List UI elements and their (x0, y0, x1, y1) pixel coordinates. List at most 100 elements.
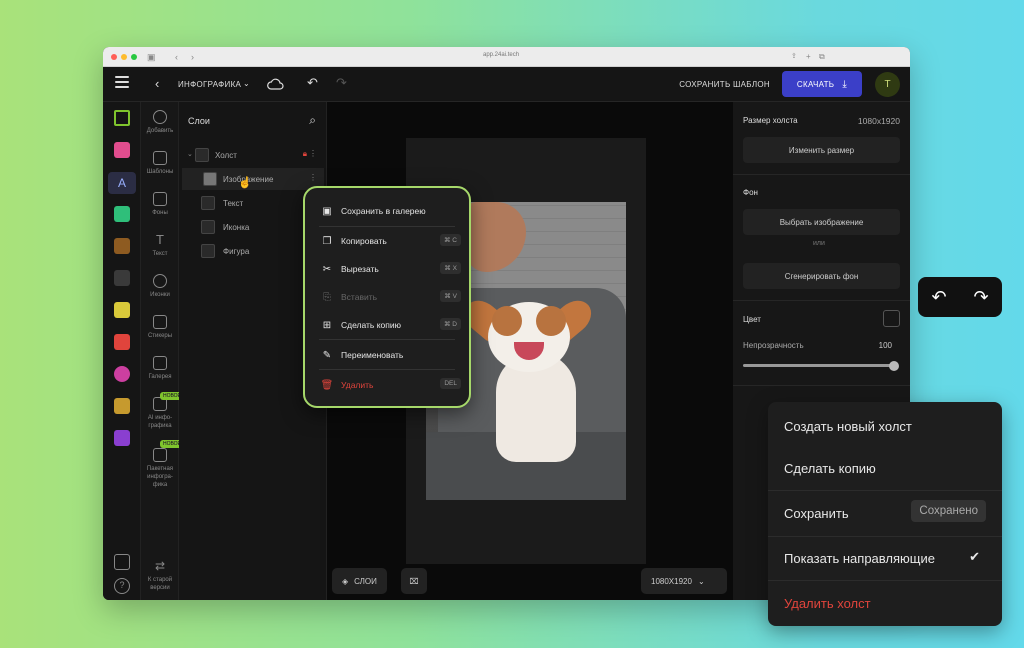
chat-app-icon[interactable] (114, 366, 130, 382)
undo-icon[interactable]: ↶ (931, 287, 946, 308)
tabs-icon[interactable]: ⧉ (819, 51, 825, 63)
project-title[interactable]: ИНФОГРАФИКА (178, 80, 241, 89)
tool-backgrounds[interactable]: Фоны (141, 192, 179, 217)
layers-icon: ◈ (342, 576, 349, 586)
opacity-slider-handle[interactable] (889, 361, 899, 371)
help-icon[interactable]: ? (114, 578, 130, 594)
tool-stickers[interactable]: Стикеры (141, 315, 179, 340)
image-app-icon[interactable] (114, 398, 130, 414)
redo-icon[interactable]: ↷ (973, 287, 988, 308)
menu-cut[interactable]: ✂ Вырезать ⌘ X (321, 260, 461, 278)
tool-batch-infographic[interactable]: Пакетная инфогра-фика (141, 448, 179, 489)
icon-thumb (201, 220, 215, 234)
crop-off-button[interactable]: ⌧ (401, 568, 427, 594)
size-select[interactable]: 1080X1920 ⌄ (641, 568, 727, 594)
share-icon[interactable]: ⇪ (791, 51, 797, 63)
undo-icon[interactable]: ↶ (307, 75, 318, 91)
delete-canvas-item[interactable]: Удалить холст (784, 596, 986, 611)
shirt-app-icon[interactable] (114, 430, 130, 446)
gallery-icon (153, 356, 167, 370)
url-text[interactable]: app.24ai.tech (483, 52, 519, 58)
frame-icon (195, 148, 209, 162)
shapes-icon (201, 244, 215, 258)
shortcut-badge: ⌘ C (440, 234, 461, 246)
grid-app-icon[interactable] (114, 238, 130, 254)
tool-add[interactable]: Добавить (141, 110, 179, 135)
layer-canvas[interactable]: ⌄ Холст 🔒︎ ⋮ (179, 144, 327, 166)
tool-icons[interactable]: Иконки (141, 274, 179, 299)
redo-icon[interactable]: ↷ (336, 75, 347, 91)
image-thumb (203, 172, 217, 186)
show-guides-item[interactable]: Показать направляющие (784, 551, 986, 566)
pattern-icon (153, 192, 167, 206)
menu-paste[interactable]: ⎘ Вставить ⌘ V (321, 288, 461, 306)
menu-item-label: Сделать копию (341, 320, 401, 330)
layer-label: Холст (215, 151, 237, 160)
minimize-dot[interactable] (121, 54, 127, 60)
cursor-icon: ☝ (238, 177, 252, 189)
tool-templates[interactable]: Шаблоны (141, 151, 179, 176)
menu-save-to-gallery[interactable]: ▣ Сохранить в галерею (321, 202, 461, 220)
avatar[interactable]: T (875, 72, 900, 97)
sidebar-icon[interactable]: ▣ (147, 51, 156, 63)
choose-image-button[interactable]: Выбрать изображение (743, 209, 900, 235)
lock-icon[interactable]: 🔒︎ (303, 149, 307, 159)
more-icon[interactable]: ⋮ (309, 173, 317, 182)
generate-background-button[interactable]: Сгенерировать фон (743, 263, 900, 289)
browser-chrome: ▣ ‹ › app.24ai.tech ⇪ + ⧉ (103, 47, 910, 67)
copy-icon: ❐ (322, 235, 332, 247)
saved-badge: Сохранено (911, 500, 986, 522)
download-button[interactable]: СКАЧАТЬ ⤓ (782, 71, 862, 97)
scissors-icon: ✂ (322, 263, 332, 275)
menu-icon[interactable] (115, 76, 129, 91)
undo-redo-popup: ↶ ↷ (918, 277, 1002, 317)
more-icon[interactable]: ⋮ (309, 149, 317, 158)
tool-label: AI инфо-графика (147, 415, 173, 429)
size-select-value: 1080X1920 (651, 576, 692, 586)
canvas-size-label: Размер холста (743, 116, 798, 125)
duplicate-icon: ⊞ (322, 319, 332, 331)
infographic-app-icon[interactable]: A (108, 172, 136, 194)
layers-app-icon[interactable] (114, 206, 130, 222)
tool-label: Галерея (148, 374, 172, 380)
layer-image[interactable]: Изображение ⋮ (182, 168, 324, 190)
resize-button[interactable]: Изменить размер (743, 137, 900, 163)
chevron-down-icon[interactable]: ⌄ (187, 150, 193, 158)
layers-button-label: СЛОИ (354, 576, 377, 586)
swap-icon: ⇄ (154, 559, 166, 573)
create-canvas-item[interactable]: Создать новый холст (784, 419, 986, 434)
menu-copy[interactable]: ❐ Копировать ⌘ C (321, 232, 461, 250)
sparkle-app-icon[interactable] (114, 270, 130, 286)
divider (768, 490, 1002, 491)
tool-gallery[interactable]: Галерея (141, 356, 179, 381)
back-icon[interactable]: ‹ (155, 76, 159, 91)
docs-icon[interactable] (114, 554, 130, 570)
opacity-slider[interactable] (743, 364, 895, 367)
color-swatch[interactable] (883, 310, 900, 327)
layer-label: Иконка (223, 223, 250, 232)
tool-old-version[interactable]: ⇄ К старой версии (141, 559, 179, 592)
stack-app-icon[interactable] (114, 302, 130, 318)
save-template-button[interactable]: СОХРАНИТЬ ШАБЛОН (679, 80, 770, 89)
video-app-icon[interactable] (114, 334, 130, 350)
tool-text[interactable]: T Текст (141, 233, 179, 258)
forward-icon[interactable]: › (191, 51, 194, 63)
menu-item-label: Сохранить в галерею (341, 206, 426, 216)
banner-app-icon[interactable] (114, 142, 130, 158)
search-icon[interactable]: ⌕ (309, 113, 316, 128)
tool-ai-infographic[interactable]: AI инфо-графика (141, 397, 179, 430)
tool-label: Фоны (152, 210, 168, 216)
layer-label: Фигура (223, 247, 250, 256)
menu-duplicate[interactable]: ⊞ Сделать копию ⌘ D (321, 316, 461, 334)
back-icon[interactable]: ‹ (175, 51, 178, 63)
chevron-down-icon[interactable]: ⌄ (243, 79, 250, 88)
nodes-app-icon[interactable] (114, 110, 130, 126)
close-dot[interactable] (111, 54, 117, 60)
layers-toggle-button[interactable]: ◈ СЛОИ (332, 568, 387, 594)
duplicate-canvas-item[interactable]: Сделать копию (784, 461, 986, 476)
zoom-dot[interactable] (131, 54, 137, 60)
menu-rename[interactable]: ✎ Переименовать (321, 346, 461, 364)
text-icon (201, 196, 215, 210)
new-tab-icon[interactable]: + (806, 51, 811, 63)
menu-delete[interactable]: 🗑︎ Удалить DEL (321, 376, 461, 394)
